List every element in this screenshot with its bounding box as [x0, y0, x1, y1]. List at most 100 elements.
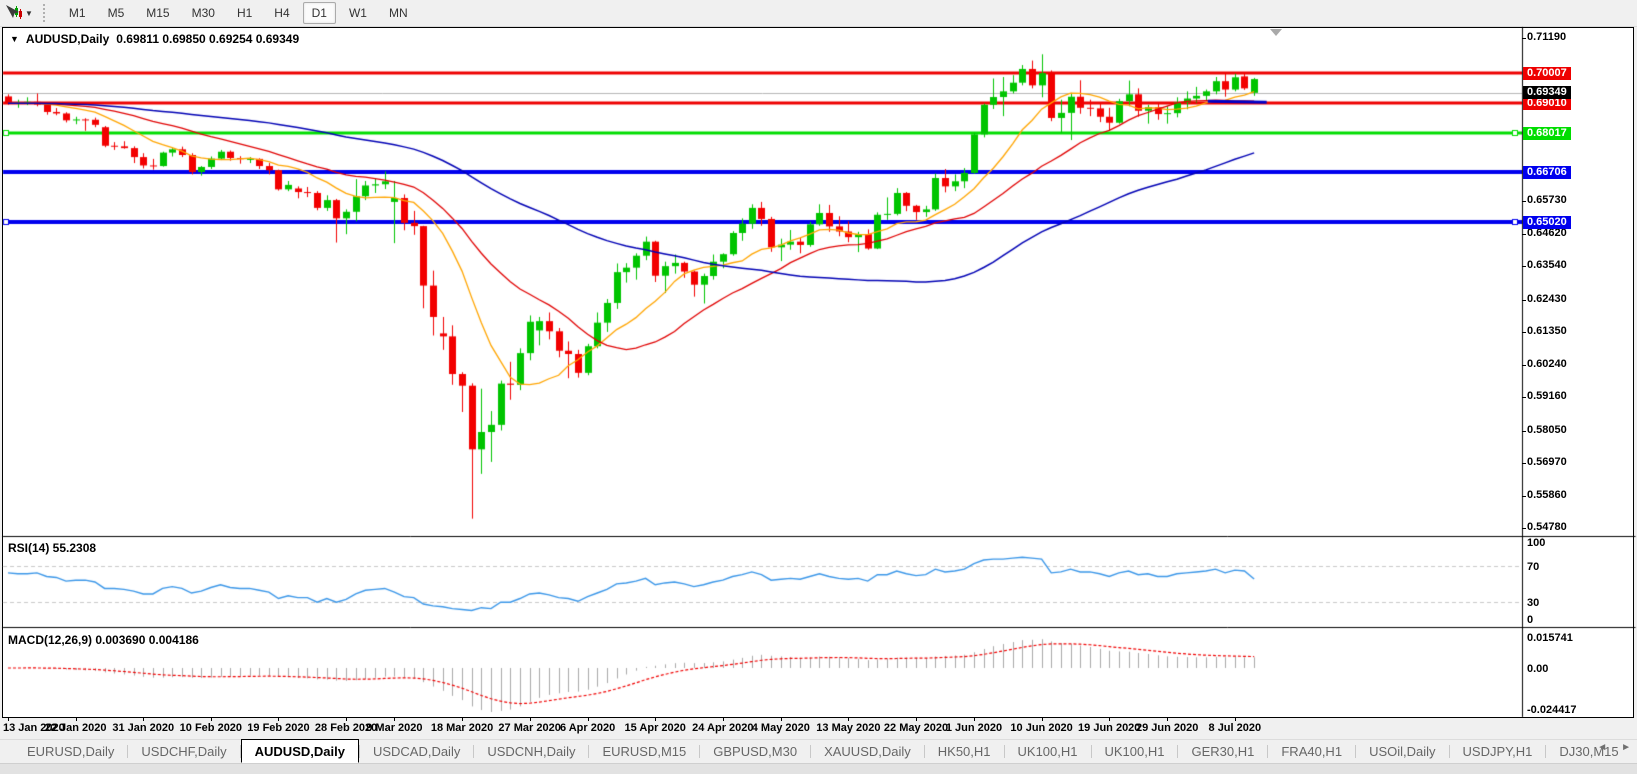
- date-axis-tick-mark: [1042, 718, 1043, 721]
- price-axis-tick-mark: [1522, 496, 1526, 497]
- date-axis-tick-mark: [848, 718, 849, 721]
- current-price-label: 0.69349: [1523, 86, 1571, 99]
- rsi-indicator-label: RSI(14) 55.2308: [8, 541, 96, 555]
- price-axis-tick-mark: [1522, 431, 1526, 432]
- chart-tab-eurusd-daily[interactable]: EURUSD,Daily: [14, 740, 127, 763]
- date-axis-tick-mark: [1109, 718, 1110, 721]
- tab-scroll-right-icon[interactable]: ►: [1621, 742, 1631, 753]
- date-axis-label: 24 Apr 2020: [692, 722, 753, 734]
- price-line-label: 0.70007: [1523, 67, 1571, 80]
- price-axis-tick: 0.61350: [1527, 325, 1567, 337]
- price-axis-tick: 0.55860: [1527, 489, 1567, 501]
- date-axis-label: 13 May 2020: [816, 722, 880, 734]
- date-axis-tick-mark: [76, 718, 77, 721]
- chart-ohlc-values: 0.69811 0.69850 0.69254 0.69349: [116, 32, 299, 46]
- chart-tab-usdcnh-daily[interactable]: USDCNH,Daily: [474, 740, 588, 763]
- chart-tab-gbpusd-m30[interactable]: GBPUSD,M30: [700, 740, 810, 763]
- date-axis-label: 29 Jun 2020: [1136, 722, 1198, 734]
- candlestick-chart-canvas[interactable]: [0, 0, 1637, 773]
- date-axis-tick-mark: [723, 718, 724, 721]
- chart-tab-fra40-h1[interactable]: FRA40,H1: [1268, 740, 1355, 763]
- date-axis-tick-mark: [278, 718, 279, 721]
- chart-tab-audusd-daily[interactable]: AUDUSD,Daily: [241, 739, 359, 763]
- chart-tab-usdchf-daily[interactable]: USDCHF,Daily: [128, 740, 239, 763]
- price-axis-tick: 0.63540: [1527, 259, 1567, 271]
- price-line-label: 0.68017: [1523, 127, 1571, 140]
- price-axis-tick: 0.56970: [1527, 456, 1567, 468]
- price-axis-tick-mark: [1522, 234, 1526, 235]
- rsi-axis-tick: 30: [1527, 597, 1539, 609]
- price-axis-tick: 0.54780: [1527, 521, 1567, 533]
- price-axis-tick-mark: [1522, 463, 1526, 464]
- date-axis-tick-mark: [346, 718, 347, 721]
- chart-title: ▼ AUDUSD,Daily 0.69811 0.69850 0.69254 0…: [10, 32, 299, 46]
- date-axis-label: 18 Mar 2020: [431, 722, 493, 734]
- chart-tab-eurusd-m15[interactable]: EURUSD,M15: [589, 740, 699, 763]
- price-axis-tick: 0.60240: [1527, 358, 1567, 370]
- date-axis-label: 31 Jan 2020: [112, 722, 174, 734]
- chart-title-dropdown-icon[interactable]: ▼: [10, 34, 19, 44]
- rsi-axis-tick: 100: [1527, 537, 1545, 549]
- chart-tab-usoil-daily[interactable]: USOil,Daily: [1356, 740, 1448, 763]
- price-axis-tick-mark: [1522, 266, 1526, 267]
- chart-tab-uk100-h1[interactable]: UK100,H1: [1005, 740, 1091, 763]
- chart-tab-usdcad-daily[interactable]: USDCAD,Daily: [360, 740, 473, 763]
- date-axis-tick-mark: [974, 718, 975, 721]
- rsi-axis-tick: 70: [1527, 561, 1539, 573]
- chart-tab-uk100-h1[interactable]: UK100,H1: [1092, 740, 1178, 763]
- price-axis-tick-mark: [1522, 300, 1526, 301]
- date-axis-tick-mark: [1235, 718, 1236, 721]
- rsi-axis-tick: 0: [1527, 614, 1533, 626]
- tab-scroll-nav: ◄ ►: [1597, 742, 1631, 753]
- date-axis-tick-mark: [588, 718, 589, 721]
- price-line-label: 0.69010: [1523, 97, 1571, 110]
- date-axis-label: 22 Jan 2020: [45, 722, 107, 734]
- date-axis-label: 15 Apr 2020: [625, 722, 686, 734]
- chart-tab-bar: EURUSD,DailyUSDCHF,DailyAUDUSD,DailyUSDC…: [0, 739, 1637, 763]
- date-axis-label: 6 Apr 2020: [560, 722, 615, 734]
- price-axis-tick-mark: [1522, 528, 1526, 529]
- date-axis-label: 19 Jun 2020: [1078, 722, 1140, 734]
- chart-symbol-label: AUDUSD,Daily: [26, 32, 109, 46]
- macd-axis-tick: -0.024417: [1527, 704, 1577, 716]
- chart-tab-xauusd-daily[interactable]: XAUUSD,Daily: [811, 740, 924, 763]
- date-axis-tick-mark: [394, 718, 395, 721]
- date-axis-label: 9 Mar 2020: [366, 722, 422, 734]
- price-line-label: 0.65020: [1523, 216, 1571, 229]
- price-axis-tick-mark: [1522, 332, 1526, 333]
- date-axis-tick-mark: [916, 718, 917, 721]
- price-axis-tick: 0.65730: [1527, 194, 1567, 206]
- window-bottom-edge: [0, 763, 1637, 774]
- date-axis-label: 1 Jun 2020: [946, 722, 1002, 734]
- price-axis-tick: 0.58050: [1527, 424, 1567, 436]
- price-line-label: 0.66706: [1523, 166, 1571, 179]
- date-axis-tick-mark: [462, 718, 463, 721]
- price-axis-tick-mark: [1522, 365, 1526, 366]
- date-axis-tick-mark: [143, 718, 144, 721]
- date-axis-label: 4 May 2020: [752, 722, 810, 734]
- date-axis-tick-mark: [530, 718, 531, 721]
- date-axis-label: 10 Feb 2020: [180, 722, 242, 734]
- chart-tab-ger30-h1[interactable]: GER30,H1: [1178, 740, 1267, 763]
- macd-indicator-label: MACD(12,26,9) 0.003690 0.004186: [8, 633, 199, 647]
- date-axis-label: 19 Feb 2020: [247, 722, 309, 734]
- date-axis-tick-mark: [1167, 718, 1168, 721]
- date-axis-label: 8 Jul 2020: [1209, 722, 1262, 734]
- date-axis-label: 10 Jun 2020: [1010, 722, 1072, 734]
- chart-tab-hk50-h1[interactable]: HK50,H1: [925, 740, 1004, 763]
- date-axis-tick-mark: [655, 718, 656, 721]
- price-axis-tick: 0.71190: [1527, 31, 1566, 43]
- chart-tab-usdjpy-h1[interactable]: USDJPY,H1: [1450, 740, 1546, 763]
- price-axis-tick-mark: [1522, 38, 1526, 39]
- date-axis-tick-mark: [8, 718, 9, 721]
- macd-axis-tick: 0.00: [1527, 663, 1548, 675]
- price-axis-tick: 0.62430: [1527, 293, 1567, 305]
- price-axis-tick-mark: [1522, 397, 1526, 398]
- date-axis-tick-mark: [781, 718, 782, 721]
- price-axis-tick-mark: [1522, 201, 1526, 202]
- price-axis-tick: 0.59160: [1527, 390, 1567, 402]
- date-axis-tick-mark: [211, 718, 212, 721]
- chart-shift-marker[interactable]: [1270, 29, 1282, 36]
- tab-scroll-left-icon[interactable]: ◄: [1597, 742, 1607, 753]
- date-axis-label: 27 Mar 2020: [498, 722, 560, 734]
